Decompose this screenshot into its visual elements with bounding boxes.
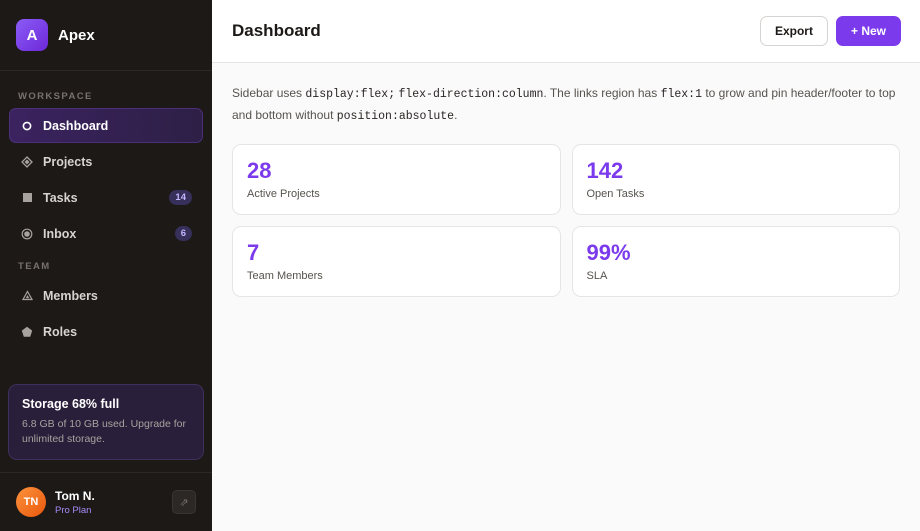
sidebar-item-label: Inbox	[43, 226, 77, 241]
storage-card: Storage 68% full 6.8 GB of 10 GB used. U…	[8, 384, 204, 460]
sidebar-item-label: Roles	[43, 324, 78, 339]
sidebar-links: WORKSPACE Dashboard Projects Tasks 14 In…	[0, 71, 212, 384]
radio-icon	[20, 227, 34, 241]
user-plan: Pro Plan	[55, 504, 92, 516]
new-button[interactable]: + New	[835, 16, 901, 46]
triangle-icon	[20, 289, 34, 303]
circle-icon	[20, 119, 34, 133]
stat-value: 142	[586, 158, 624, 183]
desc-code: flex-direction:column	[398, 88, 544, 101]
sidebar-item-projects[interactable]: Projects	[9, 144, 203, 179]
sidebar-item-label: Dashboard	[43, 118, 109, 133]
section-label-workspace: WORKSPACE	[18, 91, 93, 102]
stat-value: 7	[247, 240, 260, 265]
desc-part: .	[454, 108, 458, 122]
inbox-count-badge: 6	[174, 226, 192, 241]
stat-value: 28	[247, 158, 272, 183]
stat-label: Active Projects	[247, 188, 320, 200]
avatar[interactable]: TN	[16, 487, 46, 517]
brand-logo[interactable]: A	[16, 19, 48, 51]
sidebar-item-dashboard[interactable]: Dashboard	[9, 108, 203, 143]
sidebar-item-label: Projects	[43, 154, 93, 169]
stat-label: SLA	[586, 270, 608, 282]
stat-label: Team Members	[247, 270, 323, 282]
user-name: Tom N.	[55, 488, 95, 503]
storage-title: Storage 68% full	[22, 397, 120, 411]
stat-card-team-members: 7 Team Members	[232, 226, 561, 297]
user-info: Tom N. Pro Plan	[55, 489, 172, 516]
export-button[interactable]: Export	[759, 16, 828, 46]
pentagon-icon	[20, 325, 34, 339]
external-arrow-icon: ⇗	[179, 496, 189, 509]
section-label-team: TEAM	[18, 261, 51, 272]
stat-card-sla: 99% SLA	[571, 226, 900, 297]
logout-button[interactable]: ⇗	[172, 490, 196, 514]
stat-value: 99%	[586, 240, 631, 265]
sidebar-footer: TN Tom N. Pro Plan ⇗	[0, 472, 212, 531]
topbar: Dashboard Export + New	[212, 0, 920, 63]
stat-label: Open Tasks	[586, 188, 645, 200]
desc-code: position:absolute	[336, 110, 455, 123]
sidebar-item-label: Tasks	[43, 190, 78, 205]
sidebar-item-inbox[interactable]: Inbox 6	[9, 216, 203, 251]
square-icon	[20, 191, 34, 205]
sidebar-item-label: Members	[43, 288, 98, 303]
diamond-icon	[20, 155, 34, 169]
desc-part: Sidebar uses	[232, 86, 306, 100]
description-text: Sidebar uses display:flex; flex-directio…	[232, 83, 900, 127]
sidebar-item-members[interactable]: Members	[9, 278, 203, 313]
desc-part: . The links region has	[543, 86, 661, 100]
sidebar-item-roles[interactable]: Roles	[9, 314, 203, 349]
tasks-count-badge: 14	[169, 190, 192, 205]
brand-name: Apex	[58, 26, 95, 44]
stat-card-open-tasks: 142 Open Tasks	[571, 144, 900, 215]
stat-card-active-projects: 28 Active Projects	[232, 144, 561, 215]
page-title: Dashboard	[232, 21, 321, 40]
storage-text: 6.8 GB of 10 GB used. Upgrade for unlimi…	[22, 418, 187, 445]
desc-code: flex:1	[660, 88, 702, 101]
sidebar-header: A Apex	[0, 0, 212, 71]
stats-grid: 28 Active Projects 142 Open Tasks 7 Team…	[232, 144, 900, 297]
sidebar: A Apex WORKSPACE Dashboard Projects Task…	[0, 0, 212, 531]
main-content: Dashboard Export + New Sidebar uses disp…	[212, 0, 920, 531]
desc-code: display:flex;	[305, 88, 396, 101]
sidebar-item-tasks[interactable]: Tasks 14	[9, 180, 203, 215]
dashboard-content: Sidebar uses display:flex; flex-directio…	[212, 63, 920, 297]
